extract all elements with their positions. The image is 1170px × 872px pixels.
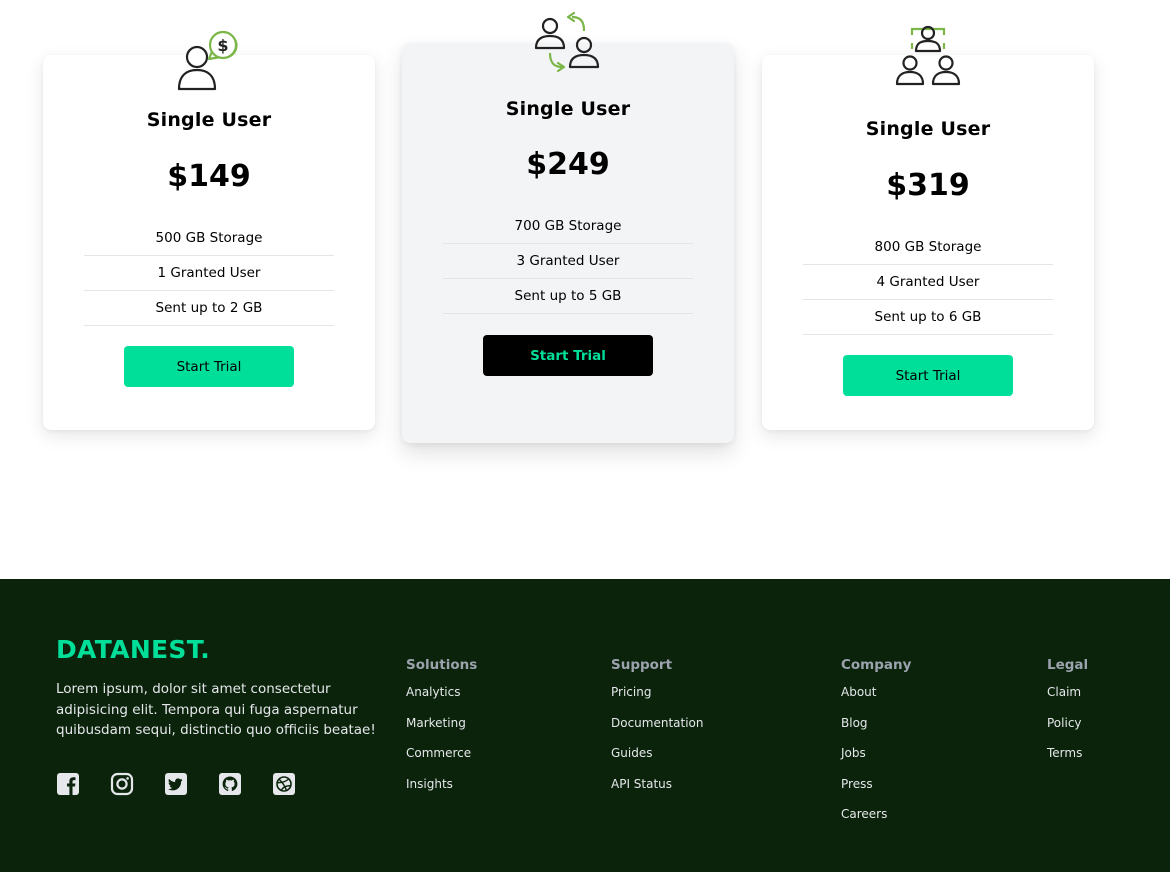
plan-price: $149: [167, 159, 251, 194]
feature-item: 3 Granted User: [443, 244, 693, 279]
feature-item: 800 GB Storage: [803, 230, 1053, 265]
footer-column-title: Support: [611, 657, 673, 673]
feature-item: 700 GB Storage: [443, 209, 693, 244]
pricing-card-team: Single User $319 800 GB Storage 4 Grante…: [762, 25, 1094, 430]
dribbble-icon[interactable]: [272, 772, 296, 796]
footer-link[interactable]: Jobs: [841, 738, 911, 769]
pricing-section: $ Single User $149 500 GB Storage 1 Gran…: [0, 0, 1170, 579]
users-exchange-icon: [534, 11, 600, 73]
feature-list: 700 GB Storage 3 Granted User Sent up to…: [443, 209, 693, 314]
feature-item: 4 Granted User: [803, 265, 1053, 300]
start-trial-button[interactable]: Start Trial: [124, 346, 294, 387]
start-trial-button[interactable]: Start Trial: [843, 355, 1013, 396]
instagram-icon[interactable]: [110, 772, 134, 796]
footer-link[interactable]: Documentation: [611, 708, 704, 739]
brand-logo[interactable]: DATANEST.: [56, 635, 210, 664]
brand-description: Lorem ipsum, dolor sit amet consectetur …: [56, 681, 376, 738]
github-icon[interactable]: [218, 772, 242, 796]
footer-link[interactable]: Claim: [1047, 677, 1088, 708]
svg-text:$: $: [217, 36, 228, 55]
footer-link[interactable]: Analytics: [406, 677, 477, 708]
footer-link[interactable]: Guides: [611, 738, 704, 769]
site-footer: DATANEST. Lorem ipsum, dolor sit amet co…: [0, 579, 1170, 872]
plan-name: Single User: [865, 118, 991, 140]
footer-column-title: Legal: [1047, 657, 1089, 673]
facebook-icon[interactable]: [56, 772, 80, 796]
feature-item: 500 GB Storage: [84, 221, 334, 256]
footer-column-company: Company About Blog Jobs Press Careers: [841, 657, 911, 830]
twitter-icon[interactable]: [164, 772, 188, 796]
footer-link[interactable]: Policy: [1047, 708, 1088, 739]
footer-column-support: Support Pricing Documentation Guides API…: [611, 657, 704, 799]
footer-column-solutions: Solutions Analytics Marketing Commerce I…: [406, 657, 477, 799]
social-links: [56, 772, 296, 796]
plan-name: Single User: [146, 109, 272, 131]
team-group-icon: [895, 25, 961, 86]
footer-column-legal: Legal Claim Policy Terms: [1047, 657, 1088, 769]
footer-link[interactable]: Press: [841, 769, 911, 800]
footer-link[interactable]: Blog: [841, 708, 911, 739]
pricing-card-featured: Single User $249 700 GB Storage 3 Grante…: [402, 11, 734, 443]
plan-price: $249: [526, 147, 610, 182]
footer-link[interactable]: Pricing: [611, 677, 704, 708]
plan-price: $319: [886, 168, 970, 203]
footer-link[interactable]: Terms: [1047, 738, 1088, 769]
footer-link[interactable]: Careers: [841, 799, 911, 830]
feature-item: 1 Granted User: [84, 256, 334, 291]
footer-link[interactable]: Insights: [406, 769, 477, 800]
plan-name: Single User: [505, 98, 631, 120]
feature-list: 500 GB Storage 1 Granted User Sent up to…: [84, 221, 334, 326]
footer-link[interactable]: Marketing: [406, 708, 477, 739]
footer-link[interactable]: API Status: [611, 769, 704, 800]
footer-link[interactable]: Commerce: [406, 738, 477, 769]
footer-column-title: Company: [841, 657, 912, 673]
user-dollar-icon: $: [177, 30, 238, 91]
start-trial-button[interactable]: Start Trial: [483, 335, 653, 376]
feature-item: Sent up to 2 GB: [84, 291, 334, 326]
feature-list: 800 GB Storage 4 Granted User Sent up to…: [803, 230, 1053, 335]
footer-column-title: Solutions: [406, 657, 478, 673]
footer-link[interactable]: About: [841, 677, 911, 708]
feature-item: Sent up to 6 GB: [803, 300, 1053, 335]
feature-item: Sent up to 5 GB: [443, 279, 693, 314]
pricing-card-basic: $ Single User $149 500 GB Storage 1 Gran…: [43, 30, 375, 430]
